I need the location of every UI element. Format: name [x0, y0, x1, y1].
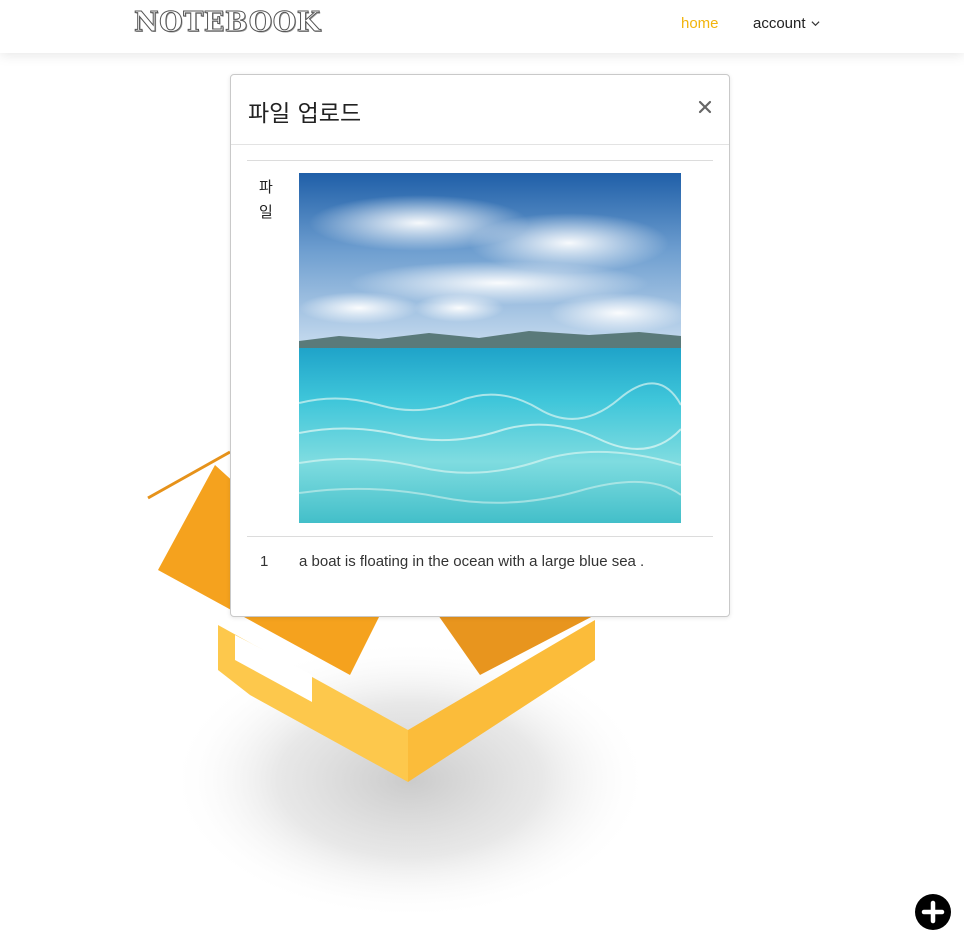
nav-account-dropdown[interactable]: account	[753, 15, 820, 32]
table-header-row: 파일	[247, 161, 713, 536]
plus-icon	[921, 900, 945, 924]
table-row: 1 a boat is floating in the ocean with a…	[247, 537, 713, 585]
nav-home-link[interactable]: home	[681, 15, 719, 32]
upload-modal: 파일 업로드 파일 1 a boat is floating in the oc…	[230, 74, 730, 617]
modal-header: 파일 업로드	[231, 75, 729, 145]
brand-logo[interactable]: NOTEBOOK	[134, 7, 321, 39]
uploaded-image-preview	[299, 173, 681, 523]
row-caption: a boat is floating in the ocean with a l…	[299, 553, 645, 570]
add-note-button[interactable]	[915, 894, 951, 930]
navbar: NOTEBOOK home account	[0, 0, 964, 53]
close-icon	[698, 100, 712, 114]
modal-close-button[interactable]	[695, 97, 715, 117]
nav-account-label: account	[753, 15, 806, 32]
file-column-label: 파일	[259, 178, 273, 221]
chevron-down-icon	[811, 21, 820, 27]
page: NOTEBOOK home account 파일 업로드 파일 1 a boat…	[0, 0, 964, 951]
row-index: 1	[260, 553, 269, 570]
file-table: 파일 1 a boat is floating in the ocean wit…	[247, 160, 713, 585]
modal-title: 파일 업로드	[248, 101, 362, 127]
